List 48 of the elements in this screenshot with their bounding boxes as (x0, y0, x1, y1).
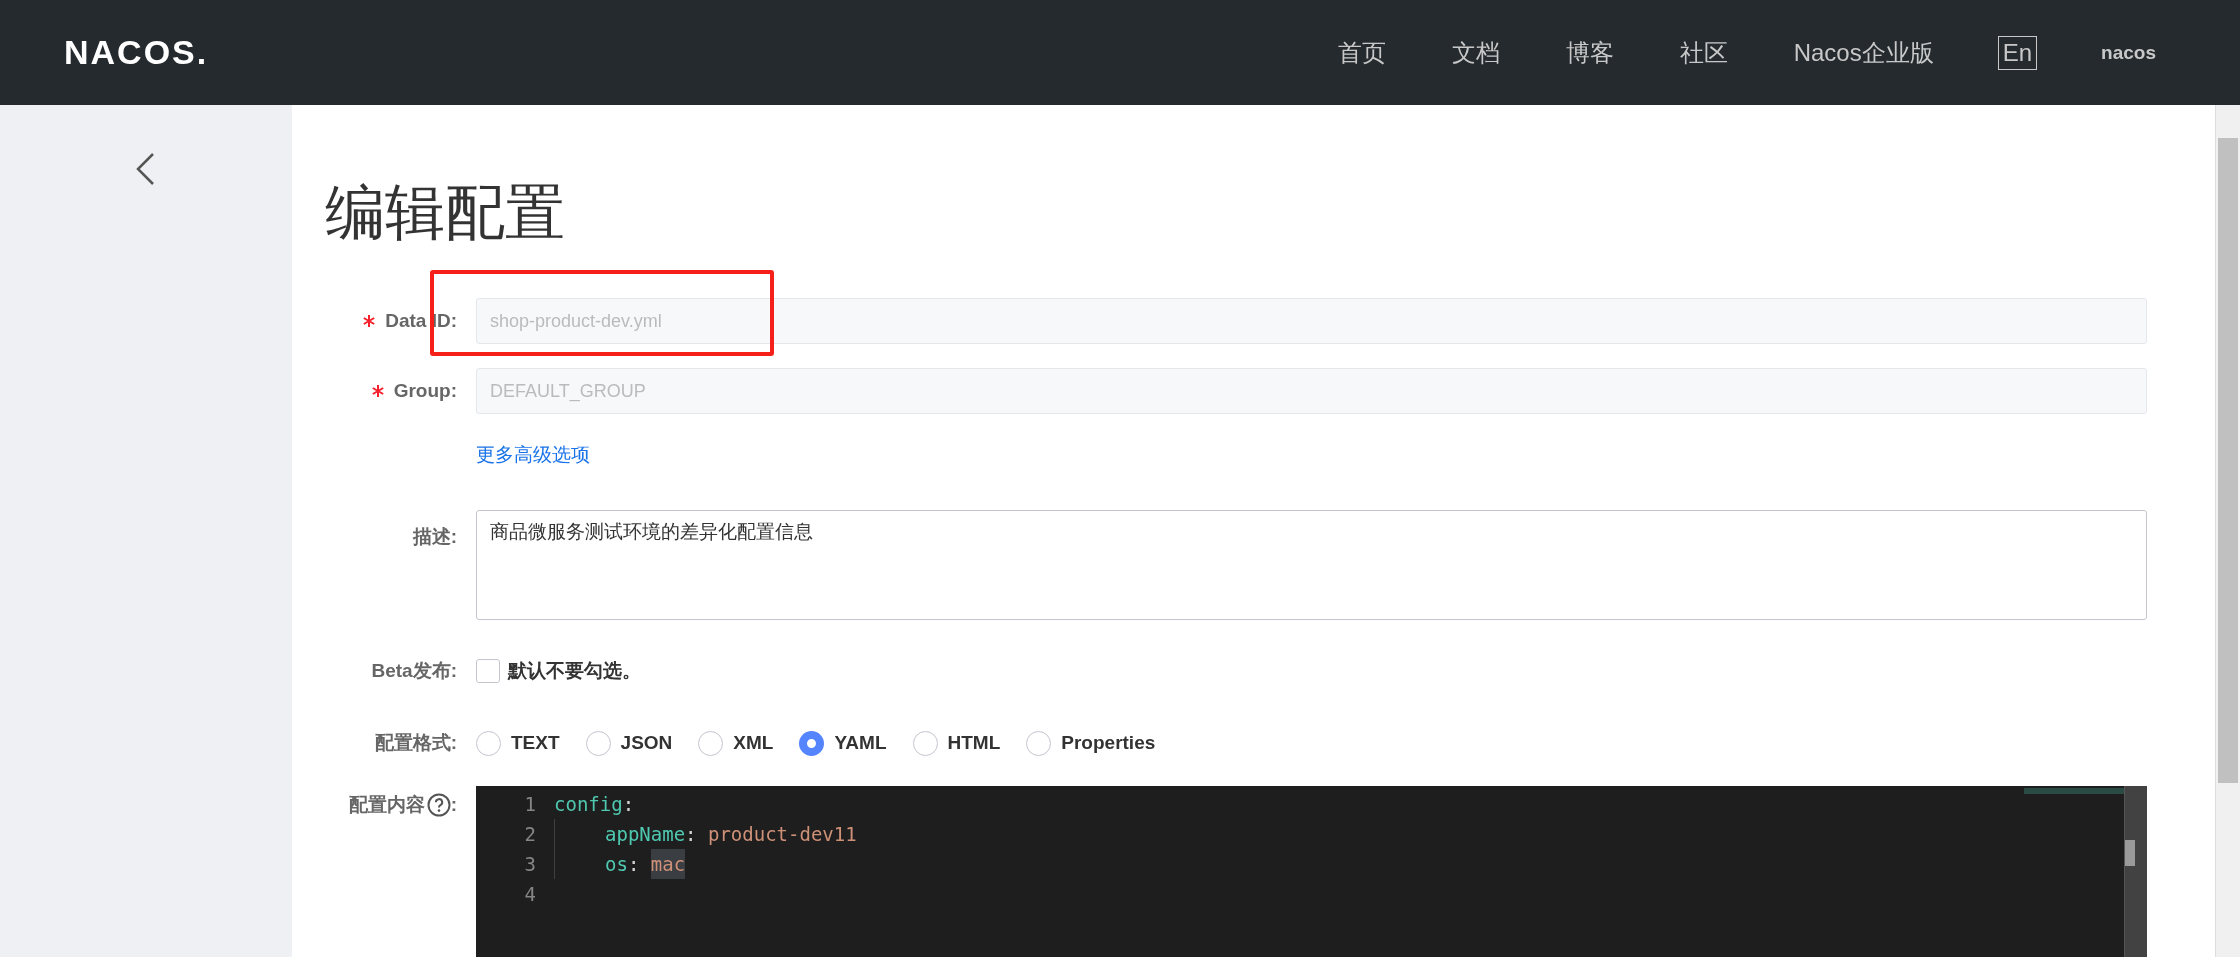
code-token: : (627, 852, 641, 877)
checkbox-label: 默认不要勾选。 (508, 659, 641, 683)
line-number: 1 (523, 792, 536, 817)
radio-label: JSON (620, 732, 673, 754)
code-token: : (622, 792, 635, 817)
label-colon: : (450, 794, 457, 816)
nav-link[interactable]: Nacos企业版 (1793, 36, 1934, 69)
radio-button[interactable] (1026, 730, 1052, 756)
back-chevron-icon[interactable] (135, 152, 155, 186)
code-editor[interactable]: 1 2 3 4 config: appName: product-dev11 os: mac (476, 786, 2147, 957)
nav-link[interactable]: 社区 (1679, 36, 1728, 69)
page-title: 编辑配置 (325, 178, 566, 248)
radio-button[interactable] (799, 730, 825, 756)
checkbox[interactable] (476, 659, 500, 683)
radio-button[interactable] (476, 730, 501, 756)
field-label: 配置内容 (348, 793, 425, 817)
line-number: 2 (523, 822, 536, 847)
description-field[interactable]: 商品微服务测试环境的差异化配置信息 (476, 510, 2147, 620)
editor-scrollbar[interactable] (2124, 786, 2147, 957)
radio-label: TEXT (511, 732, 560, 754)
radio-label: YAML (834, 732, 887, 754)
line-number: 4 (523, 882, 536, 907)
nav-link[interactable]: 博客 (1565, 36, 1614, 69)
field-label: Beta发布: (371, 659, 457, 683)
line-number: 3 (523, 852, 536, 877)
field-label: 描述: (412, 525, 457, 549)
language-toggle-button[interactable]: En (1997, 35, 2038, 70)
help-icon[interactable] (426, 793, 451, 817)
page-scrollbar[interactable] (2215, 105, 2240, 957)
radio-label: XML (733, 732, 774, 754)
nav-link[interactable]: 文档 (1451, 36, 1500, 69)
radio-button[interactable] (698, 730, 724, 756)
code-token: : (685, 822, 698, 847)
code-token: mac (650, 849, 686, 879)
radio-button[interactable] (912, 730, 938, 756)
nav-link[interactable]: 首页 (1337, 36, 1386, 69)
radio-label: Properties (1061, 732, 1156, 754)
radio-button[interactable] (585, 730, 611, 756)
field-label: 配置格式: (374, 731, 457, 755)
nacos-logo[interactable]: NACOS. (64, 33, 209, 72)
field-label: Group: (393, 380, 457, 402)
code-token: product-dev11 (707, 822, 857, 847)
user-name: nacos (2101, 41, 2156, 64)
code-token: config (554, 792, 623, 817)
code-token: appName (605, 822, 686, 847)
radio-label: HTML (947, 732, 1001, 754)
code-token: os (605, 852, 628, 877)
advanced-options-link[interactable]: 更多高级选项 (476, 442, 590, 468)
